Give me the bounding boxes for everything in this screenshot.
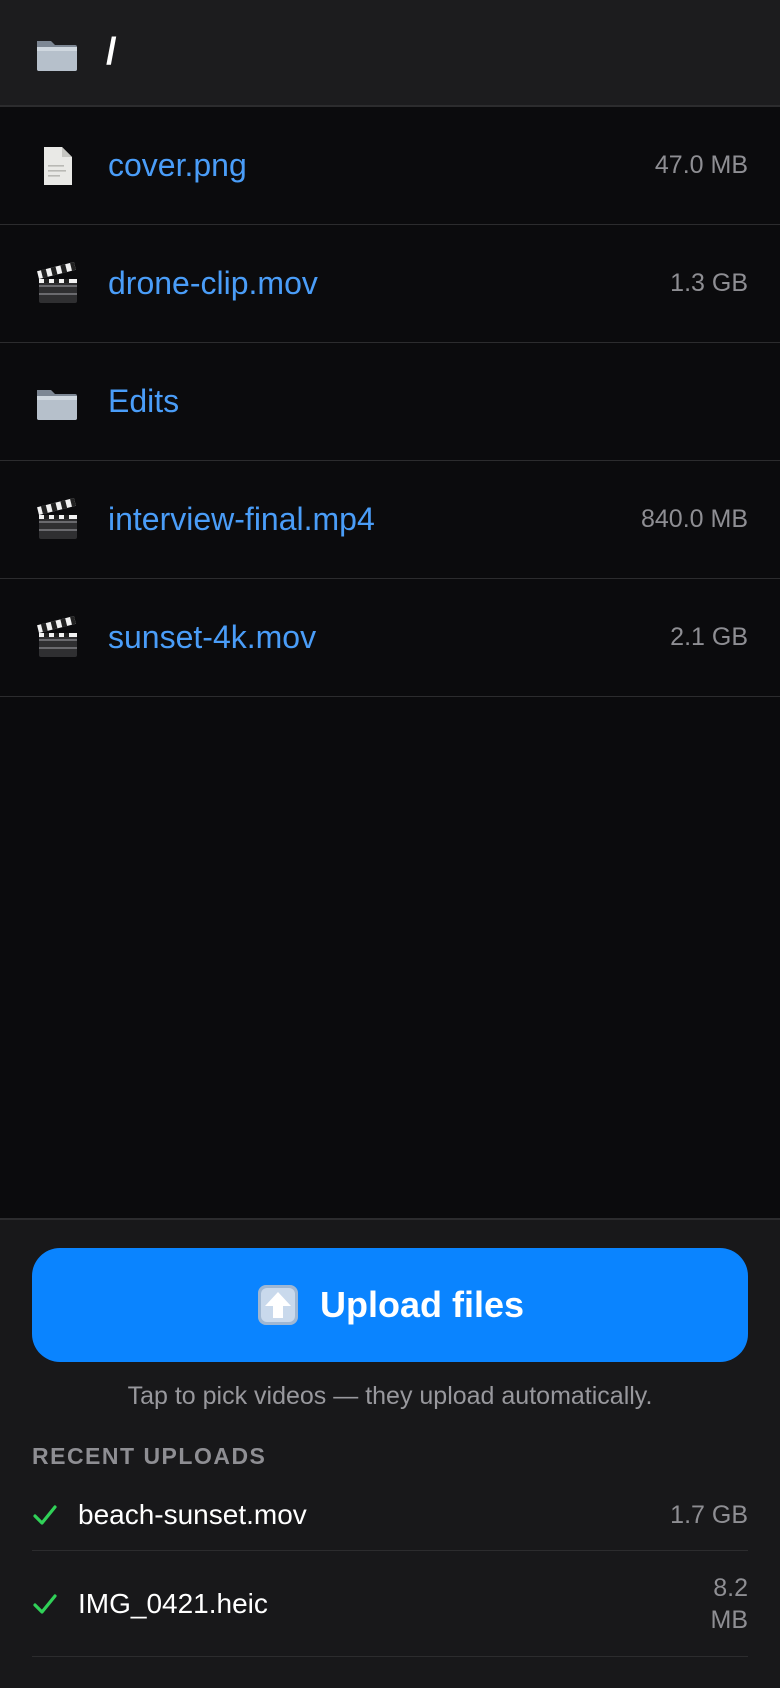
file-name[interactable]: interview-final.mp4 <box>108 501 641 538</box>
file-name[interactable]: sunset-4k.mov <box>108 619 670 656</box>
folder-icon <box>34 379 80 425</box>
recent-upload-name: IMG_0421.heic <box>78 1587 268 1619</box>
clapperboard-icon <box>34 615 80 661</box>
file-name[interactable]: drone-clip.mov <box>108 265 670 302</box>
file-row-cover[interactable]: cover.png 47.0 MB <box>0 107 780 225</box>
path-header: / <box>0 0 780 107</box>
recent-upload-item: IMG_0421.heic 8.2 MB <box>32 1551 748 1657</box>
file-size: 47.0 MB <box>654 151 748 179</box>
recent-upload-name: beach-sunset.mov <box>78 1499 307 1530</box>
checkmark-icon <box>32 1591 58 1617</box>
recent-upload-size: 8.2 MB <box>710 1573 749 1634</box>
clapperboard-icon <box>34 497 80 543</box>
clapperboard-icon <box>34 261 80 307</box>
recent-upload-size: 1.7 GB <box>670 1501 748 1529</box>
checkmark-icon <box>32 1502 58 1528</box>
current-path: / <box>106 31 117 73</box>
upload-files-button[interactable]: Upload files <box>32 1248 748 1362</box>
folder-icon <box>34 30 80 76</box>
recent-uploads-title: RECENT UPLOADS <box>32 1443 267 1469</box>
file-row-drone-clip[interactable]: drone-clip.mov 1.3 GB <box>0 225 780 343</box>
folder-name[interactable]: Edits <box>108 383 748 420</box>
file-size: 2.1 GB <box>670 623 748 651</box>
file-name[interactable]: cover.png <box>108 147 655 184</box>
upload-arrow-icon <box>256 1283 300 1327</box>
file-list: cover.png 47.0 MB drone-clip.mov 1.3 GB … <box>0 107 780 697</box>
document-icon <box>34 143 80 189</box>
file-row-sunset-4k[interactable]: sunset-4k.mov 2.1 GB <box>0 579 780 697</box>
upload-hint: Tap to pick videos — they upload automat… <box>127 1382 653 1410</box>
upload-button-label: Upload files <box>319 1284 525 1325</box>
upload-panel: Upload files Tap to pick videos — they u… <box>0 1218 780 1688</box>
file-browser-app: / cover.png 47.0 MB drone-clip.mov 1.3 G… <box>0 0 780 1688</box>
folder-row-edits[interactable]: Edits <box>0 343 780 461</box>
file-size: 1.3 GB <box>670 269 748 297</box>
file-row-interview-final[interactable]: interview-final.mp4 840.0 MB <box>0 461 780 579</box>
recent-uploads-list: beach-sunset.mov 1.7 GB IMG_0421.heic 8.… <box>32 1480 748 1657</box>
file-size: 840.0 MB <box>640 505 748 533</box>
recent-upload-item: beach-sunset.mov 1.7 GB <box>32 1480 748 1551</box>
